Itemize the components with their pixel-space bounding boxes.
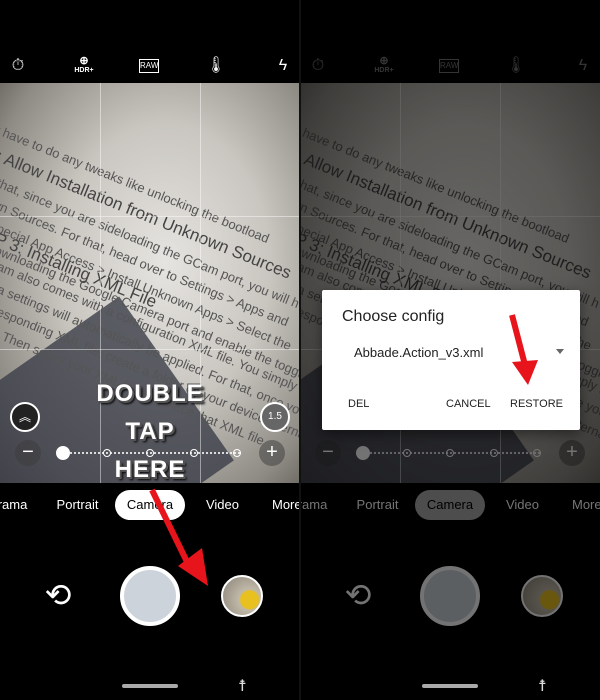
red-arrow-annotation (149, 488, 208, 586)
camera-screen-left: ⏱ ⊕ HDR+ RAW 🌡 ϟ wouldn't have to do any … (0, 0, 300, 700)
red-arrow-annotation (509, 314, 538, 385)
panel-divider (299, 0, 301, 700)
camera-screen-right: ⏱ ⊕ HDR+ RAW 🌡 ϟ wouldn't have to do any … (300, 0, 600, 700)
